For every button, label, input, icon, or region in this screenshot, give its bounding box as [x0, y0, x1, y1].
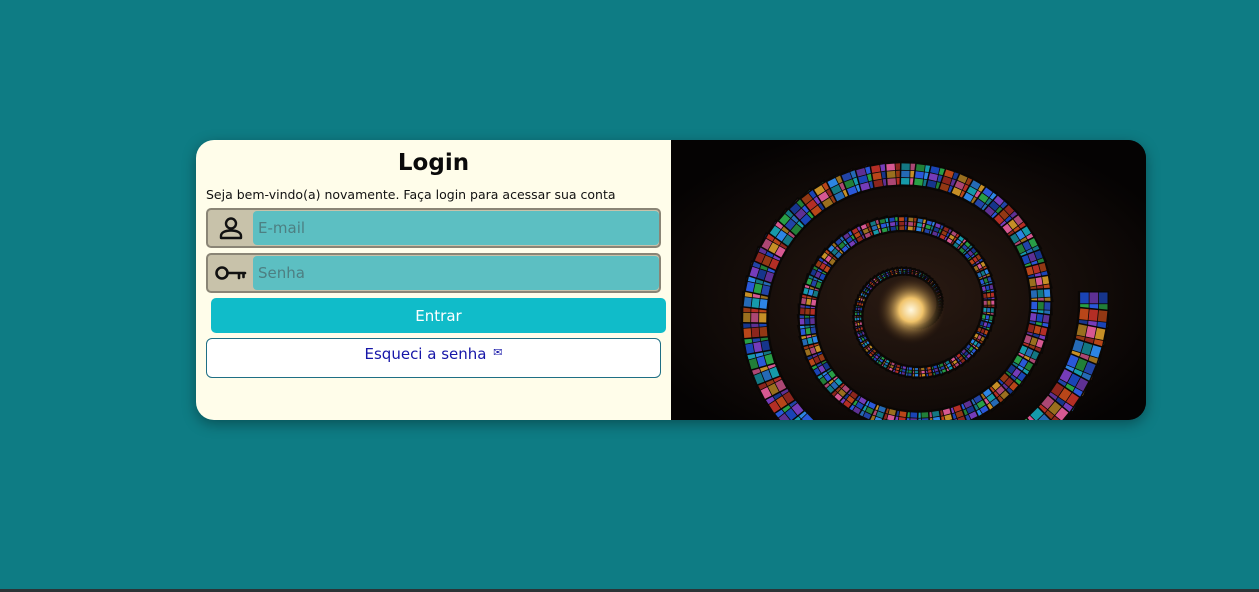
stained-glass-image — [671, 140, 1146, 420]
forgot-password-button[interactable]: Esqueci a senha ✉ — [206, 338, 661, 378]
spiral-artwork — [671, 140, 1146, 420]
email-field-group — [206, 208, 661, 248]
login-button[interactable]: Entrar — [211, 298, 666, 333]
password-field-group — [206, 253, 661, 293]
page-title: Login — [397, 150, 470, 176]
login-panel: Login Seja bem-vindo(a) novamente. Faça … — [196, 140, 671, 420]
envelope-icon: ✉ — [493, 346, 503, 359]
key-icon — [208, 255, 253, 291]
welcome-text: Seja bem-vindo(a) novamente. Faça login … — [206, 187, 616, 202]
user-icon — [208, 210, 253, 246]
login-card: Login Seja bem-vindo(a) novamente. Faça … — [196, 140, 1146, 420]
forgot-password-label: Esqueci a senha — [364, 345, 487, 363]
password-input[interactable] — [253, 256, 659, 290]
email-input[interactable] — [253, 211, 659, 245]
